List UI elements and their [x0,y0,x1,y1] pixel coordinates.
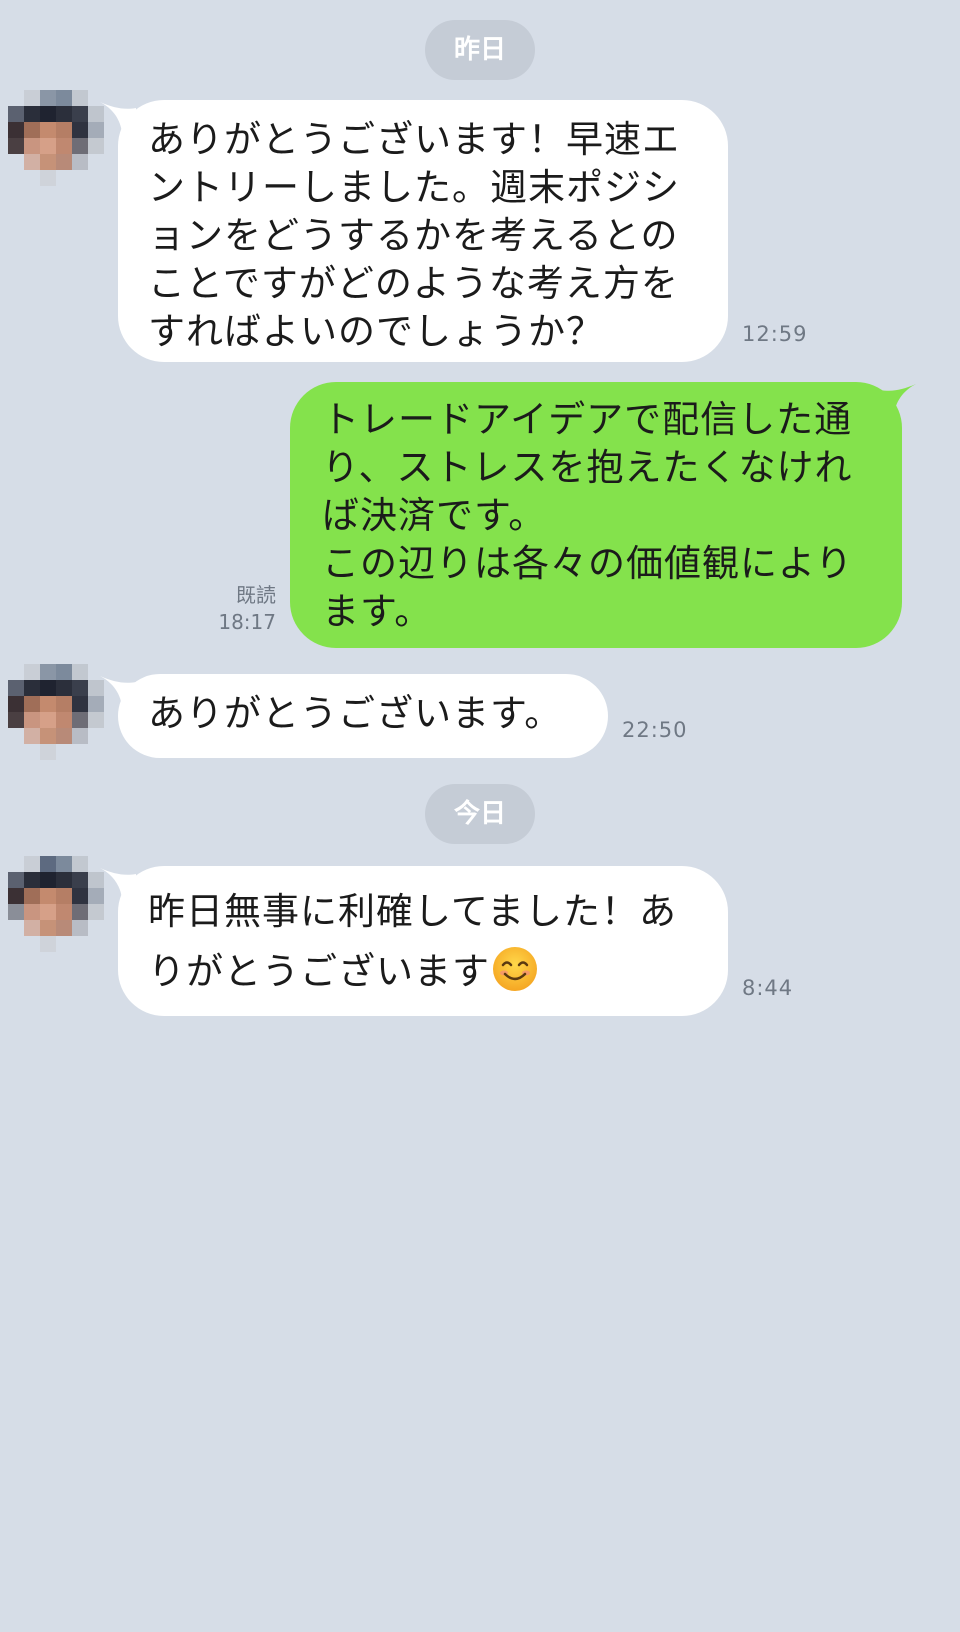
smiling-face-emoji-icon [492,946,538,1010]
contact-avatar[interactable] [8,664,104,760]
avatar-pixelated-image [8,856,104,952]
message-timestamp: 18:17 [218,610,276,634]
incoming-message-bubble[interactable]: ありがとうございます。 [118,674,608,758]
date-separator-today: 今日 [425,784,535,844]
avatar-pixelated-image [8,90,104,186]
message-text: ありがとうございます。 [148,692,563,735]
incoming-message-bubble[interactable]: ありがとうございます！早速エ ントリーしました。週末ポジシ ョンをどうするかを考… [118,100,728,362]
read-status-label: 既読 [236,583,276,607]
date-separator-yesterday: 昨日 [425,20,535,80]
incoming-message-bubble[interactable]: 昨日無事に利確してました！あ りがとうございます [118,866,728,1016]
read-receipt: 既読 18:17 [200,582,276,636]
message-text: ありがとうございます！早速エ ントリーしました。週末ポジシ ョンをどうするかを考… [148,118,680,353]
contact-avatar[interactable] [8,856,104,952]
message-timestamp: 12:59 [742,322,808,346]
avatar-pixelated-image [8,664,104,760]
outgoing-bubble-tail [880,384,916,418]
message-timestamp: 22:50 [622,718,688,742]
message-text-content: 昨日無事に利確してました！あ りがとうございます [148,890,678,993]
message-timestamp: 8:44 [742,976,794,1000]
outgoing-message-bubble[interactable]: トレードアイデアで配信した通 り、ストレスを抱えたくなけれ ば決済です。 この辺… [290,382,902,648]
message-text: 昨日無事に利確してました！あ りがとうございます [148,882,677,1010]
contact-avatar[interactable] [8,90,104,186]
message-text: トレードアイデアで配信した通 り、ストレスを抱えたくなけれ ば決済です。 この辺… [322,398,854,633]
